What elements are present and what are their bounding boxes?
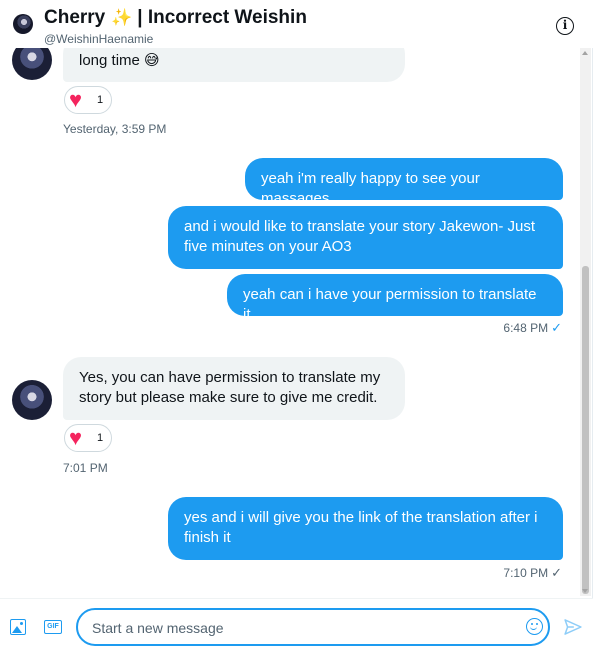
sender-avatar[interactable]: [12, 380, 52, 420]
dizzy-star-icon: ✨: [111, 8, 133, 27]
reaction-count: 1: [97, 94, 104, 106]
message-timestamp: 7:01 PM: [63, 461, 108, 475]
outgoing-message[interactable]: yes and i will give you the link of the …: [168, 497, 563, 560]
message-timestamp: 7:10 PM: [503, 566, 549, 580]
dm-conversation-window: Cherry ✨ | Incorrect Weishin @WeishinHae…: [0, 0, 601, 654]
heart-icon: ♥: [69, 425, 83, 450]
message-timestamp: 6:48 PM: [503, 321, 549, 335]
outgoing-message[interactable]: and i would like to translate your story…: [168, 206, 563, 269]
message-timestamp: Yesterday, 3:59 PM: [63, 122, 167, 136]
message-text: yeah i'm really happy to see your massag…: [261, 170, 480, 207]
message-text: long time 😅: [79, 52, 160, 69]
reaction-count: 1: [97, 432, 104, 444]
message-status: 7:10 PM ✓: [470, 565, 562, 581]
heart-icon: ♥: [69, 87, 83, 112]
message-composer: GIF: [0, 598, 593, 654]
scroll-down-arrow-icon[interactable]: [582, 589, 588, 593]
panel-divider: [592, 0, 593, 654]
message-text: yes and i will give you the link of the …: [184, 509, 538, 546]
incoming-message[interactable]: Yes, you can have permission to translat…: [63, 357, 405, 420]
message-status: 6:48 PM ✓: [470, 320, 562, 336]
message-text: yeah can i have your permission to trans…: [243, 286, 537, 323]
emoji-icon[interactable]: [526, 618, 543, 635]
contact-name-suffix: | Incorrect Weishin: [137, 7, 307, 28]
scroll-thumb[interactable]: [582, 266, 589, 594]
message-text: and i would like to translate your story…: [184, 218, 535, 255]
message-text: Yes, you can have permission to translat…: [79, 369, 381, 406]
header-avatar[interactable]: [13, 14, 33, 34]
reaction-badge[interactable]: ♥ 1: [64, 86, 112, 114]
message-input-container[interactable]: [76, 608, 550, 646]
outgoing-message[interactable]: yeah can i have your permission to trans…: [227, 274, 563, 323]
conversation-header: Cherry ✨ | Incorrect Weishin @WeishinHae…: [0, 0, 601, 48]
gif-icon[interactable]: GIF: [44, 620, 62, 634]
image-icon[interactable]: [10, 619, 26, 635]
info-icon[interactable]: i: [556, 17, 574, 35]
scroll-up-arrow-icon[interactable]: [582, 51, 588, 55]
conversation-scrollbar[interactable]: [580, 48, 591, 596]
send-icon[interactable]: [563, 617, 583, 637]
message-input[interactable]: [90, 617, 514, 639]
sent-check-icon: ✓: [551, 565, 562, 580]
contact-handle[interactable]: @WeishinHaenamie: [44, 32, 153, 46]
read-check-icon: ✓: [551, 320, 562, 335]
reaction-badge[interactable]: ♥ 1: [64, 424, 112, 452]
outgoing-message[interactable]: yeah i'm really happy to see your massag…: [245, 158, 563, 207]
contact-name: Cherry: [44, 7, 106, 28]
conversation-title[interactable]: Cherry ✨ | Incorrect Weishin: [44, 7, 307, 29]
